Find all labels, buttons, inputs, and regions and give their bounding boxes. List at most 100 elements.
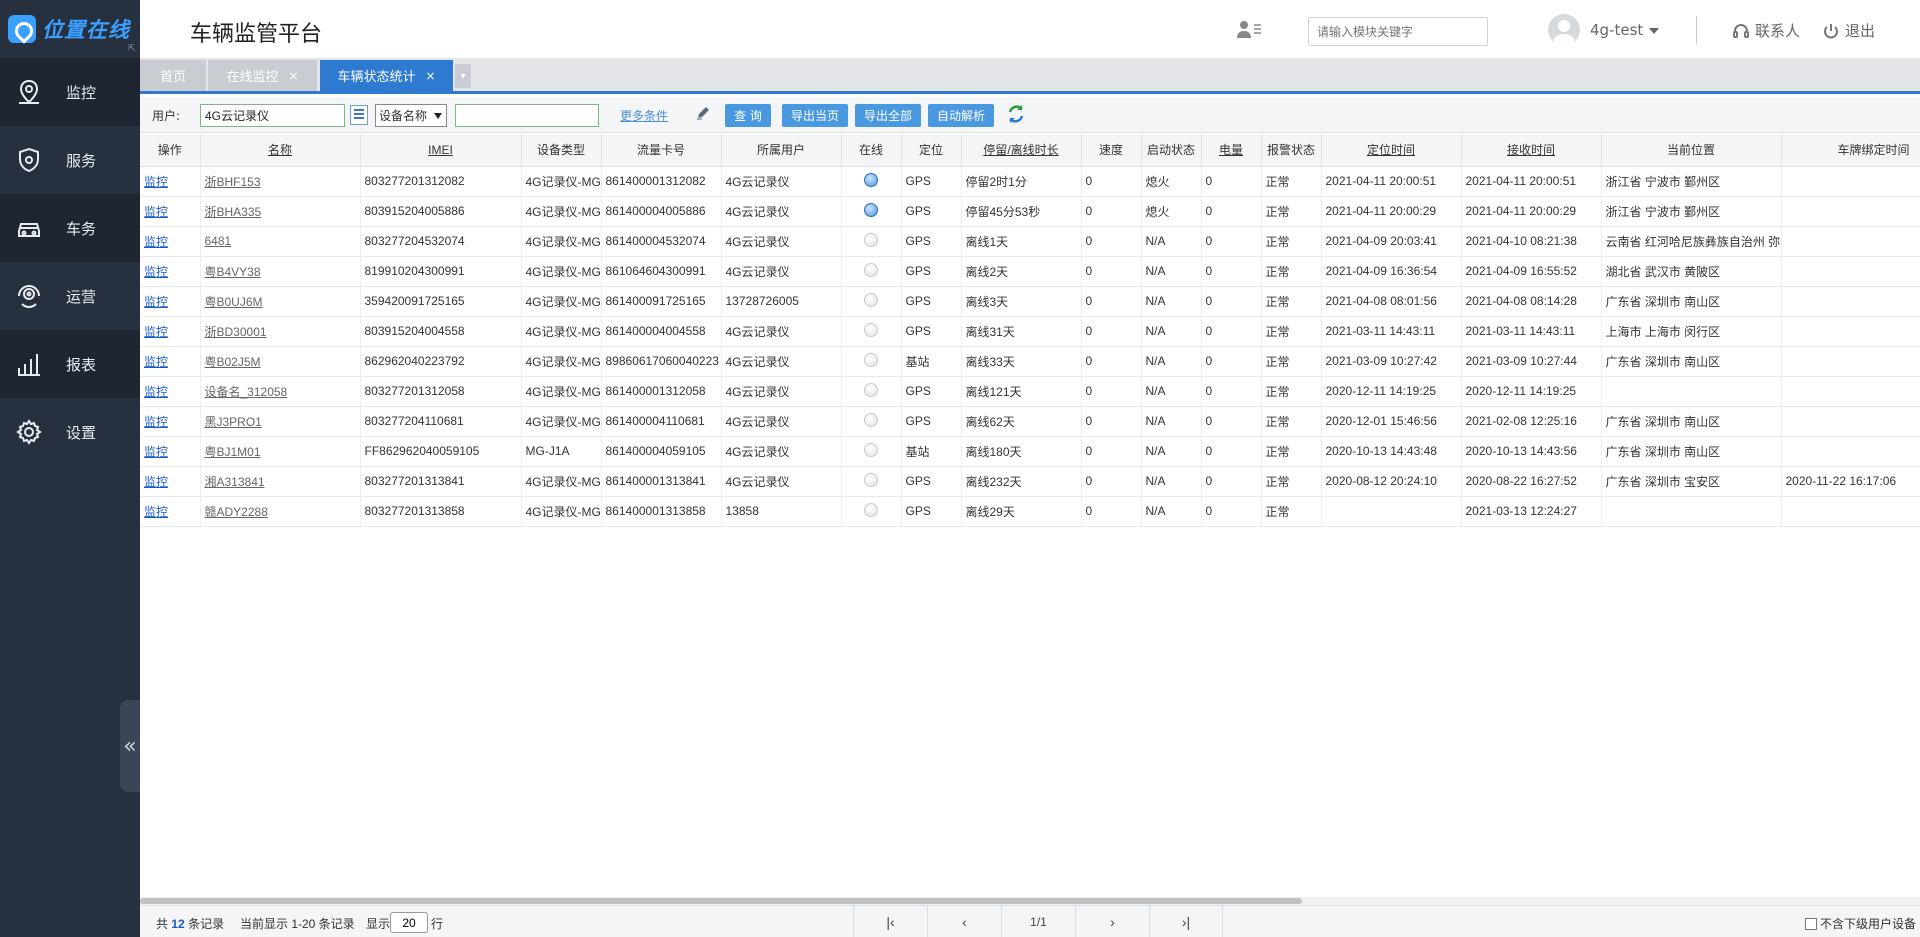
tab-vehicle-status-stats[interactable]: 车辆状态统计 × <box>320 60 453 91</box>
next-page-button[interactable]: › <box>1075 906 1149 937</box>
cell-action[interactable]: 监控 <box>140 436 201 467</box>
cell-location: 广东省 深圳市 南山区 <box>1601 436 1782 467</box>
vehicle-name-link[interactable]: 粤B0UJ6M <box>205 295 263 309</box>
module-search-input[interactable] <box>1308 17 1488 46</box>
cell-name[interactable]: 6481 <box>200 226 361 257</box>
cell-action[interactable]: 监控 <box>140 196 201 227</box>
export-all-button[interactable]: 导出全部 <box>855 104 921 127</box>
col-header-alarm: 报警状态 <box>1261 134 1322 167</box>
vehicle-name-link[interactable]: 粤BJ1M01 <box>205 445 261 459</box>
cell-name[interactable]: 粤B0UJ6M <box>200 286 361 317</box>
sidebar-item-reports[interactable]: 报表 <box>0 330 140 398</box>
cell-name[interactable]: 黑J3PRO1 <box>200 406 361 437</box>
cell-name[interactable]: 浙BHF153 <box>200 166 361 197</box>
col-header-online: 在线 <box>841 134 902 167</box>
sidebar-item-operations[interactable]: 运营 <box>0 262 140 330</box>
vehicle-name-link[interactable]: 设备名_312058 <box>205 385 288 399</box>
cell-action[interactable]: 监控 <box>140 256 201 287</box>
user-input[interactable] <box>200 104 345 127</box>
sidebar-collapse-button[interactable]: « <box>120 700 140 792</box>
cell-name[interactable]: 浙BHA335 <box>200 196 361 227</box>
corner-collapse-icon[interactable]: ⇱ <box>128 44 136 54</box>
close-icon[interactable]: × <box>425 69 435 83</box>
checkbox-box[interactable] <box>1804 917 1817 930</box>
table-row: 监控 粤B02J5M 862962040223792 4G记录仪-MG 89860617… <box>140 346 1920 377</box>
cell-action[interactable]: 监控 <box>140 346 201 377</box>
user-picker-icon[interactable] <box>350 105 368 125</box>
sidebar-item-vehicle[interactable]: 车务 <box>0 194 140 262</box>
field-select[interactable]: 设备名称 <box>375 104 447 127</box>
cell-action[interactable]: 监控 <box>140 286 201 317</box>
horizontal-scrollbar[interactable] <box>140 897 1920 905</box>
tab-home[interactable]: 首页 <box>140 60 206 91</box>
col-header-battery[interactable]: 电量 <box>1201 134 1262 167</box>
monitor-link[interactable]: 监控 <box>144 505 168 519</box>
monitor-link[interactable]: 监控 <box>144 325 168 339</box>
close-icon[interactable]: × <box>288 69 298 83</box>
cell-action[interactable]: 监控 <box>140 376 201 407</box>
monitor-link[interactable]: 监控 <box>144 175 168 189</box>
cell-action[interactable]: 监控 <box>140 406 201 437</box>
cell-position-time: 2020-08-12 20:24:10 <box>1321 466 1462 497</box>
vehicle-name-link[interactable]: 湘A313841 <box>205 475 265 489</box>
monitor-link[interactable]: 监控 <box>144 415 168 429</box>
sidebar-item-settings[interactable]: 设置 <box>0 398 140 466</box>
prev-page-button[interactable]: ‹ <box>927 906 1001 937</box>
cell-action[interactable]: 监控 <box>140 496 201 527</box>
vehicle-name-link[interactable]: 黑J3PRO1 <box>205 415 262 429</box>
vehicle-name-link[interactable]: 浙BHF153 <box>205 175 261 189</box>
monitor-link[interactable]: 监控 <box>144 265 168 279</box>
search-input[interactable] <box>455 104 599 127</box>
cell-action[interactable]: 监控 <box>140 226 201 257</box>
cell-name[interactable]: 粤B02J5M <box>200 346 361 377</box>
first-page-button[interactable]: |‹ <box>853 906 927 937</box>
monitor-link[interactable]: 监控 <box>144 235 168 249</box>
page-size-input[interactable] <box>390 912 428 933</box>
cell-name[interactable]: 设备名_312058 <box>200 376 361 407</box>
monitor-link[interactable]: 监控 <box>144 295 168 309</box>
more-conditions-link[interactable]: 更多条件 <box>620 107 668 124</box>
cell-ignition: N/A <box>1141 256 1202 287</box>
exclude-sub-users-checkbox[interactable]: 不含下级用户设备 <box>1804 915 1916 932</box>
col-header-position-time[interactable]: 定位时间 <box>1321 134 1462 167</box>
monitor-link[interactable]: 监控 <box>144 205 168 219</box>
col-header-name[interactable]: 名称 <box>200 134 361 167</box>
query-button[interactable]: 查 询 <box>725 104 771 127</box>
contact-button[interactable]: 联系人 <box>1732 20 1800 41</box>
vehicle-name-link[interactable]: 粤B02J5M <box>205 355 261 369</box>
pencil-icon[interactable] <box>695 105 711 121</box>
scrollbar-thumb[interactable] <box>140 898 1302 904</box>
vehicle-name-link[interactable]: 浙BHA335 <box>205 205 262 219</box>
tab-dropdown-button[interactable]: ▾ <box>455 64 471 88</box>
vehicle-name-link[interactable]: 粤B4VY38 <box>205 265 261 279</box>
last-page-button[interactable]: ›| <box>1149 906 1223 937</box>
monitor-link[interactable]: 监控 <box>144 355 168 369</box>
user-menu[interactable]: 4g-test <box>1590 21 1660 39</box>
col-header-imei[interactable]: IMEI <box>360 134 522 167</box>
cell-name[interactable]: 赣ADY2288 <box>200 496 361 527</box>
logout-button[interactable]: 退出 <box>1822 20 1875 41</box>
cell-action[interactable]: 监控 <box>140 166 201 197</box>
refresh-icon[interactable] <box>1005 103 1027 125</box>
monitor-link[interactable]: 监控 <box>144 445 168 459</box>
vehicle-name-link[interactable]: 浙BD30001 <box>205 325 267 339</box>
auto-parse-button[interactable]: 自动解析 <box>928 104 994 127</box>
cell-name[interactable]: 粤B4VY38 <box>200 256 361 287</box>
sidebar-item-service[interactable]: 服务 <box>0 126 140 194</box>
avatar[interactable] <box>1548 14 1580 46</box>
cell-name[interactable]: 湘A313841 <box>200 466 361 497</box>
col-header-receive-time[interactable]: 接收时间 <box>1461 134 1602 167</box>
cell-name[interactable]: 浙BD30001 <box>200 316 361 347</box>
vehicle-name-link[interactable]: 6481 <box>205 234 232 248</box>
monitor-link[interactable]: 监控 <box>144 475 168 489</box>
tab-online-monitor[interactable]: 在线监控 × <box>208 60 317 91</box>
vehicle-name-link[interactable]: 赣ADY2288 <box>205 505 268 519</box>
monitor-link[interactable]: 监控 <box>144 385 168 399</box>
user-management-icon[interactable] <box>1235 18 1263 40</box>
sidebar-item-monitor[interactable]: 监控 <box>0 58 140 126</box>
cell-action[interactable]: 监控 <box>140 466 201 497</box>
cell-name[interactable]: 粤BJ1M01 <box>200 436 361 467</box>
cell-action[interactable]: 监控 <box>140 316 201 347</box>
col-header-stay-offline-duration[interactable]: 停留/离线时长 <box>961 134 1082 167</box>
export-page-button[interactable]: 导出当页 <box>782 104 848 127</box>
